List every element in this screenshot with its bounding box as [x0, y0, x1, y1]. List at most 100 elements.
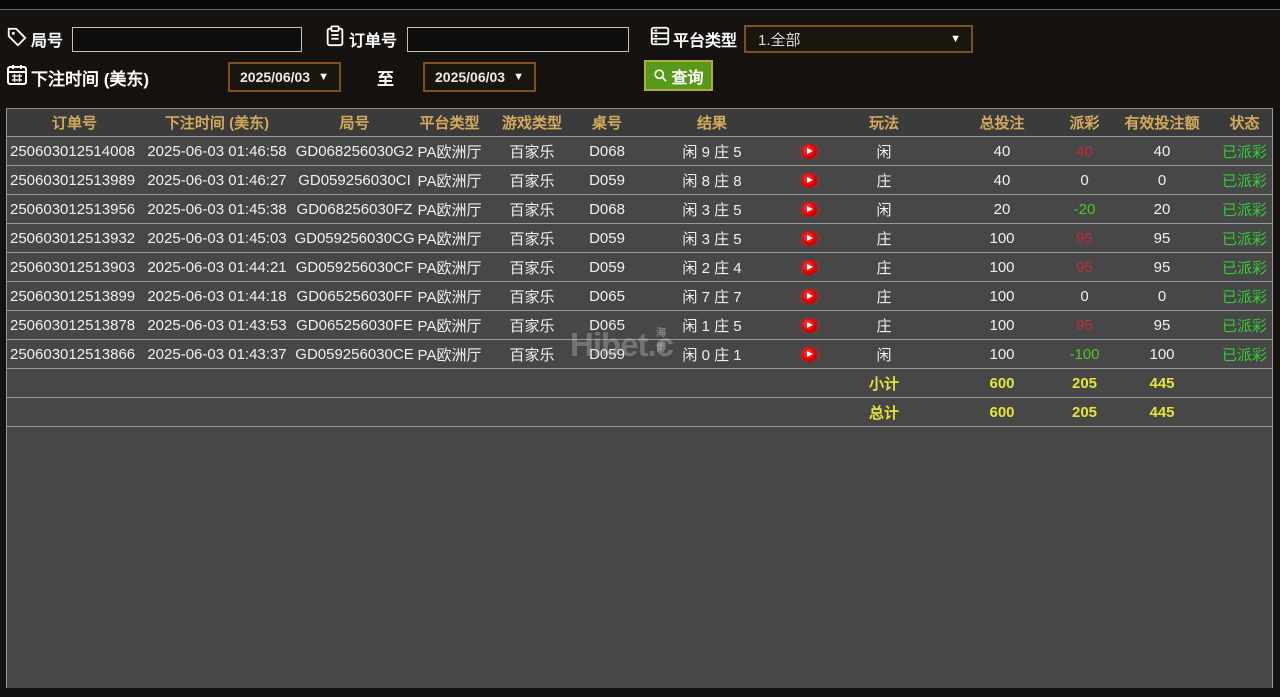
play-video-button[interactable]	[801, 172, 817, 188]
cell-game-id: GD068256030FZ	[296, 200, 413, 218]
cell-valid-bet: 95	[1153, 258, 1171, 276]
cell-valid-bet: 95	[1153, 316, 1171, 334]
cell-game-type: 百家乐	[509, 346, 555, 364]
grand-total-payout: 205	[1071, 403, 1098, 421]
cell-table-no: D065	[589, 316, 625, 334]
search-button-label: 查询	[671, 69, 704, 87]
grand-total-valid-bet: 445	[1149, 403, 1175, 421]
cell-valid-bet: 0	[1157, 287, 1167, 305]
cell-play: 闲	[876, 346, 892, 364]
cell-play: 闲	[876, 143, 892, 161]
cell-bet-time: 2025-06-03 01:46:27	[147, 171, 287, 189]
grand-total-total-bet: 600	[989, 403, 1015, 421]
date-from-picker[interactable]: 2025/06/03 ▼	[228, 62, 341, 92]
search-button[interactable]: 查询	[644, 60, 713, 91]
date-to-value: 2025/06/03	[435, 69, 506, 85]
date-to-picker[interactable]: 2025/06/03 ▼	[423, 62, 536, 92]
cell-platform: PA欧洲厅	[417, 346, 482, 364]
grand-total-label: 总计	[868, 404, 899, 422]
cell-result: 闲 3 庄 5	[682, 201, 742, 219]
date-range-separator: 至	[377, 70, 394, 89]
cell-total-bet: 100	[989, 345, 1015, 363]
cell-play: 庄	[876, 288, 892, 306]
cell-status: 已派彩	[1221, 143, 1267, 161]
subtotal-payout: 205	[1071, 374, 1098, 392]
cell-total-bet: 20	[993, 200, 1011, 218]
play-video-button[interactable]	[801, 201, 817, 217]
cell-valid-bet: 95	[1153, 229, 1171, 247]
table-row: 250603012513903 2025-06-03 01:44:21 GD05…	[7, 252, 1272, 281]
cell-play: 闲	[876, 201, 892, 219]
cell-status: 已派彩	[1221, 288, 1267, 306]
cell-table-no: D059	[589, 229, 625, 247]
cell-table-no: D068	[589, 200, 625, 218]
header-bet-time: 下注时间 (美东)	[164, 115, 270, 132]
bottom-edge	[0, 688, 1280, 697]
play-video-button[interactable]	[801, 288, 817, 304]
table-row: 250603012513956 2025-06-03 01:45:38 GD06…	[7, 194, 1272, 223]
platform-type-select[interactable]: 1.全部 ▼	[744, 25, 973, 53]
filter-panel: 局号 订单号 平台类型 1.全部 ▼ 下注时间 (美东) 2025/06/03 …	[0, 11, 1280, 108]
cell-play: 庄	[876, 317, 892, 335]
play-video-button[interactable]	[801, 230, 817, 246]
cell-valid-bet: 0	[1157, 171, 1167, 189]
cell-game-id: GD068256030G2	[295, 142, 414, 160]
cell-platform: PA欧洲厅	[417, 143, 482, 161]
game-no-input[interactable]	[72, 27, 302, 52]
cell-table-no: D068	[589, 142, 625, 160]
cell-result: 闲 2 庄 4	[682, 259, 742, 277]
cell-order-id: 250603012513903	[10, 258, 136, 276]
top-divider	[0, 0, 1280, 10]
cell-result: 闲 3 庄 5	[682, 230, 742, 248]
cell-result: 闲 7 庄 7	[682, 288, 742, 306]
subtotal-row: 小计 600 205 445	[7, 368, 1272, 397]
cell-platform: PA欧洲厅	[417, 172, 482, 190]
cell-status: 已派彩	[1221, 317, 1267, 335]
cell-total-bet: 100	[989, 229, 1015, 247]
play-video-button[interactable]	[801, 346, 817, 362]
cell-game-type: 百家乐	[509, 143, 555, 161]
cell-table-no: D059	[589, 345, 625, 363]
subtotal-total-bet: 600	[989, 374, 1015, 392]
header-total-bet: 总投注	[979, 115, 1025, 132]
cell-total-bet: 40	[993, 171, 1011, 189]
header-game-id: 局号	[339, 115, 370, 132]
play-video-button[interactable]	[801, 317, 817, 333]
chevron-down-icon: ▼	[950, 33, 961, 45]
cell-game-id: GD059256030CE	[295, 345, 414, 363]
chevron-down-icon: ▼	[318, 71, 329, 83]
cell-order-id: 250603012513866	[10, 345, 136, 363]
cell-bet-time: 2025-06-03 01:43:37	[147, 345, 287, 363]
table-row: 250603012513932 2025-06-03 01:45:03 GD05…	[7, 223, 1272, 252]
cell-order-id: 250603012514008	[10, 142, 136, 160]
cell-payout: -100	[1069, 345, 1100, 363]
header-payout: 派彩	[1069, 115, 1100, 132]
platform-list-icon	[649, 25, 671, 47]
header-order-id: 订单号	[51, 115, 97, 132]
play-video-button[interactable]	[801, 259, 817, 275]
cell-play: 庄	[876, 259, 892, 277]
cell-bet-time: 2025-06-03 01:46:58	[147, 142, 287, 160]
header-play: 玩法	[868, 115, 899, 132]
bet-time-label: 下注时间 (美东)	[31, 70, 150, 89]
subtotal-label: 小计	[868, 375, 899, 393]
play-video-button[interactable]	[801, 143, 817, 159]
cell-payout: 95	[1076, 229, 1093, 247]
subtotal-valid-bet: 445	[1149, 374, 1175, 392]
cell-payout: 0	[1080, 287, 1089, 305]
cell-game-id: GD065256030FF	[296, 287, 413, 305]
order-no-label: 订单号	[349, 33, 398, 50]
cell-game-id: GD059256030CF	[295, 258, 414, 276]
cell-play: 庄	[876, 230, 892, 248]
cell-bet-time: 2025-06-03 01:45:03	[147, 229, 287, 247]
cell-status: 已派彩	[1221, 346, 1267, 364]
cell-game-id: GD065256030FE	[296, 316, 413, 334]
table-row: 250603012513899 2025-06-03 01:44:18 GD06…	[7, 281, 1272, 310]
header-result: 结果	[696, 115, 727, 132]
cell-order-id: 250603012513878	[10, 316, 136, 334]
game-no-label: 局号	[31, 33, 64, 50]
cell-valid-bet: 20	[1153, 200, 1171, 218]
date-from-value: 2025/06/03	[240, 69, 311, 85]
order-no-input[interactable]	[407, 27, 629, 52]
cell-table-no: D059	[589, 258, 625, 276]
